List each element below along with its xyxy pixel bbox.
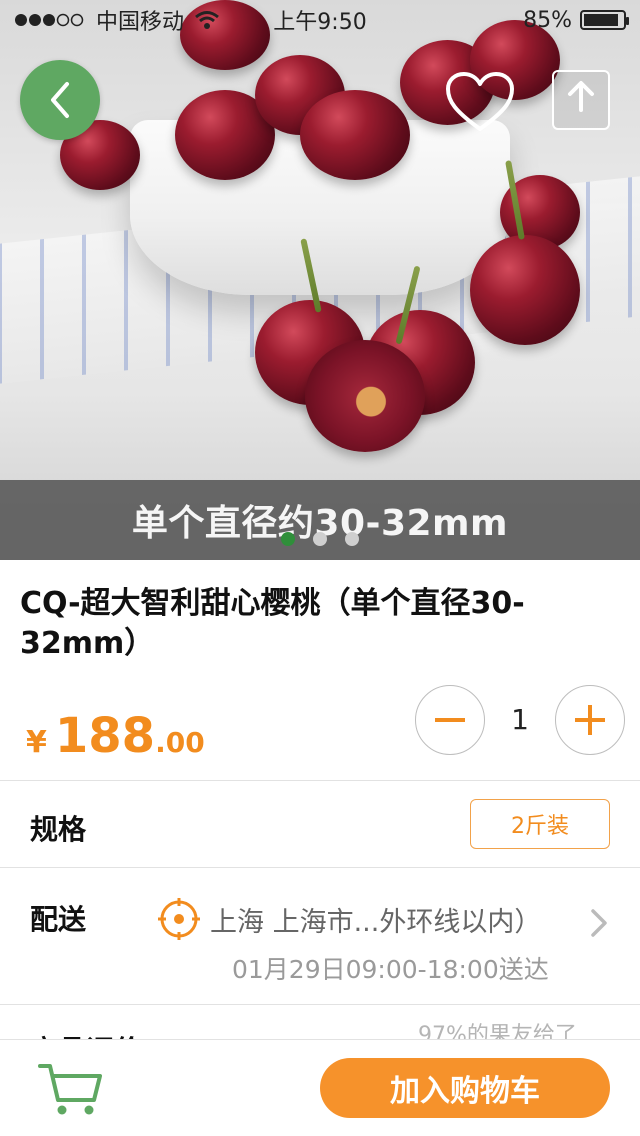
battery-icon: [580, 10, 629, 30]
cherry-image-part: [305, 340, 425, 452]
back-arrow-icon: [51, 82, 69, 118]
status-time: 上午9:50: [273, 10, 367, 35]
quantity-increase-button[interactable]: [555, 685, 625, 755]
carousel-dot[interactable]: [313, 532, 327, 546]
chevron-right-icon: [591, 909, 607, 937]
price-decimal: .00: [155, 726, 205, 759]
spec-label: 规格: [30, 813, 87, 846]
plus-icon: [575, 705, 605, 735]
cherry-image-part: [470, 235, 580, 345]
product-price: ¥ 188 .00: [26, 708, 205, 764]
minus-icon: [435, 718, 465, 722]
shipping-row[interactable]: 配送 上海 上海市...外环线以内） 01月29日09:00-18:00送达: [0, 868, 640, 1004]
carousel-dot[interactable]: [281, 532, 295, 546]
shipping-time: 01月29日09:00-18:00送达: [232, 955, 549, 984]
cart-icon[interactable]: [36, 1058, 106, 1118]
spec-row: 规格 2斤装: [0, 781, 640, 867]
add-to-cart-button[interactable]: 加入购物车: [320, 1058, 610, 1118]
price-currency: ¥: [26, 725, 47, 760]
cherry-image-part: [300, 90, 410, 180]
bottom-action-bar: 加入购物车: [0, 1040, 640, 1136]
hero-banner: 单个直径约30-32mm: [0, 480, 640, 560]
price-integer: 188: [54, 708, 156, 764]
heart-icon: [446, 72, 514, 131]
favorite-button[interactable]: [440, 66, 520, 138]
quantity-value[interactable]: 1: [500, 703, 540, 736]
shipping-label: 配送: [30, 903, 87, 936]
spec-option-chip[interactable]: 2斤装: [470, 799, 610, 849]
quantity-decrease-button[interactable]: [415, 685, 485, 755]
product-title: CQ-超大智利甜心樱桃（单个直径30-32mm）: [20, 586, 525, 661]
carousel-indicator: [0, 532, 640, 548]
location-target-icon: [158, 898, 200, 940]
share-button[interactable]: [552, 70, 610, 130]
share-icon: [568, 81, 594, 112]
product-info: CQ-超大智利甜心樱桃（单个直径30-32mm） ¥ 188 .00 1: [0, 560, 640, 780]
shipping-address: 上海 上海市...外环线以内）: [210, 907, 542, 938]
back-button[interactable]: [20, 60, 100, 140]
status-bar: 中国移动 上午9:50 85%: [0, 0, 640, 40]
carousel-dot[interactable]: [345, 532, 359, 546]
